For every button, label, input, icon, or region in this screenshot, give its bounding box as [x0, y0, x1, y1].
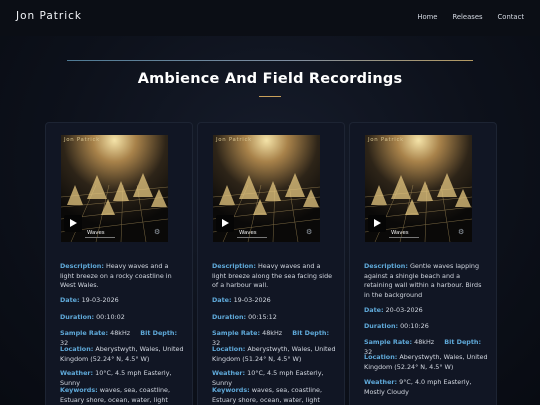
bit-depth-label: Bit Depth:: [292, 329, 330, 337]
cover-art: Jon Patrick Waves ⚙: [365, 135, 472, 242]
description-row: Description: Heavy waves and a light bre…: [60, 262, 182, 291]
duration-value: 00:10:26: [400, 322, 429, 330]
bit-depth-label: Bit Depth:: [140, 329, 178, 337]
date-label: Date:: [60, 296, 80, 304]
gear-icon[interactable]: ⚙: [154, 228, 160, 236]
nav-link-releases[interactable]: Releases: [452, 13, 482, 21]
duration-value: 00:15:12: [248, 313, 277, 321]
brand-logo-text[interactable]: Jon Patrick: [16, 10, 82, 22]
track-title: Waves: [87, 230, 105, 236]
duration-row: Duration: 00:10:26: [364, 322, 488, 332]
keywords-label: Keywords:: [212, 386, 250, 394]
date-row: Date: 19-03-2026: [60, 296, 184, 306]
sample-rate-label: Sample Rate:: [212, 329, 261, 337]
sample-rate-label: Sample Rate:: [364, 338, 413, 346]
title-underline: [259, 96, 281, 97]
recording-card: Jon Patrick Waves ⚙ Description: Heavy w…: [45, 122, 193, 405]
cover-art: Jon Patrick Waves ⚙: [213, 135, 320, 242]
date-row: Date: 20-03-2026: [364, 306, 488, 316]
progress-bar[interactable]: [85, 237, 115, 238]
duration-row: Duration: 00:10:02: [60, 313, 184, 323]
description-label: Description:: [364, 262, 408, 270]
nav-link-home[interactable]: Home: [417, 13, 437, 21]
description-label: Description:: [212, 262, 256, 270]
bit-depth-label: Bit Depth:: [444, 338, 482, 346]
weather-label: Weather:: [60, 369, 94, 377]
section-divider: [67, 60, 473, 61]
play-icon[interactable]: [64, 215, 82, 232]
recording-card: Jon Patrick Waves ⚙ Description: Gentle …: [349, 122, 497, 405]
sample-rate-label: Sample Rate:: [60, 329, 109, 337]
cover-artist-label: Jon Patrick: [216, 137, 252, 143]
date-value: 19-03-2026: [81, 296, 119, 304]
section-title: Ambience And Field Recordings: [137, 71, 403, 87]
location-row: Location: Aberystwyth, Wales, United Kin…: [60, 345, 184, 364]
progress-bar[interactable]: [237, 237, 267, 238]
gear-icon[interactable]: ⚙: [306, 228, 312, 236]
location-row: Location: Aberystwyth, Wales, United Kin…: [364, 353, 488, 372]
date-value: 20-03-2026: [385, 306, 423, 314]
gear-icon[interactable]: ⚙: [458, 228, 464, 236]
duration-label: Duration:: [364, 322, 399, 330]
sample-rate-value: 48kHz: [262, 329, 283, 337]
duration-row: Duration: 00:15:12: [212, 313, 336, 323]
sample-rate-value: 48kHz: [110, 329, 131, 337]
location-label: Location:: [364, 353, 398, 361]
keywords-label: Keywords:: [60, 386, 98, 394]
track-title: Waves: [391, 230, 409, 236]
cover-art: Jon Patrick Waves ⚙: [61, 135, 168, 242]
cover-artist-label: Jon Patrick: [368, 137, 404, 143]
weather-row: Weather: 9°C, 4.0 mph Easterly, Mostly C…: [364, 378, 488, 397]
date-row: Date: 19-03-2026: [212, 296, 336, 306]
keywords-row: Keywords: waves, sea, coastline, Estuary…: [60, 386, 184, 405]
date-label: Date:: [364, 306, 384, 314]
keywords-row: Keywords: waves, sea, coastline, Estuary…: [212, 386, 336, 405]
description-row: Description: Gentle waves lapping agains…: [364, 262, 486, 300]
location-label: Location:: [212, 345, 246, 353]
play-icon[interactable]: [368, 215, 386, 232]
description-label: Description:: [60, 262, 104, 270]
navbar: Jon Patrick Home Releases Contact: [0, 0, 540, 36]
duration-label: Duration:: [60, 313, 95, 321]
duration-label: Duration:: [212, 313, 247, 321]
date-value: 19-03-2026: [233, 296, 271, 304]
sample-rate-value: 48kHz: [414, 338, 435, 346]
nav-links: Home Releases Contact: [417, 13, 524, 21]
duration-value: 00:10:02: [96, 313, 125, 321]
cover-artist-label: Jon Patrick: [64, 137, 100, 143]
recording-card: Jon Patrick Waves ⚙ Description: Heavy w…: [197, 122, 345, 405]
weather-label: Weather:: [212, 369, 246, 377]
location-label: Location:: [60, 345, 94, 353]
weather-label: Weather:: [364, 378, 398, 386]
track-title: Waves: [239, 230, 257, 236]
location-row: Location: Aberystwyth, Wales, United Kin…: [212, 345, 336, 364]
date-label: Date:: [212, 296, 232, 304]
description-row: Description: Heavy waves and a light bre…: [212, 262, 334, 291]
progress-bar[interactable]: [389, 237, 419, 238]
play-icon[interactable]: [216, 215, 234, 232]
nav-link-contact[interactable]: Contact: [498, 13, 524, 21]
